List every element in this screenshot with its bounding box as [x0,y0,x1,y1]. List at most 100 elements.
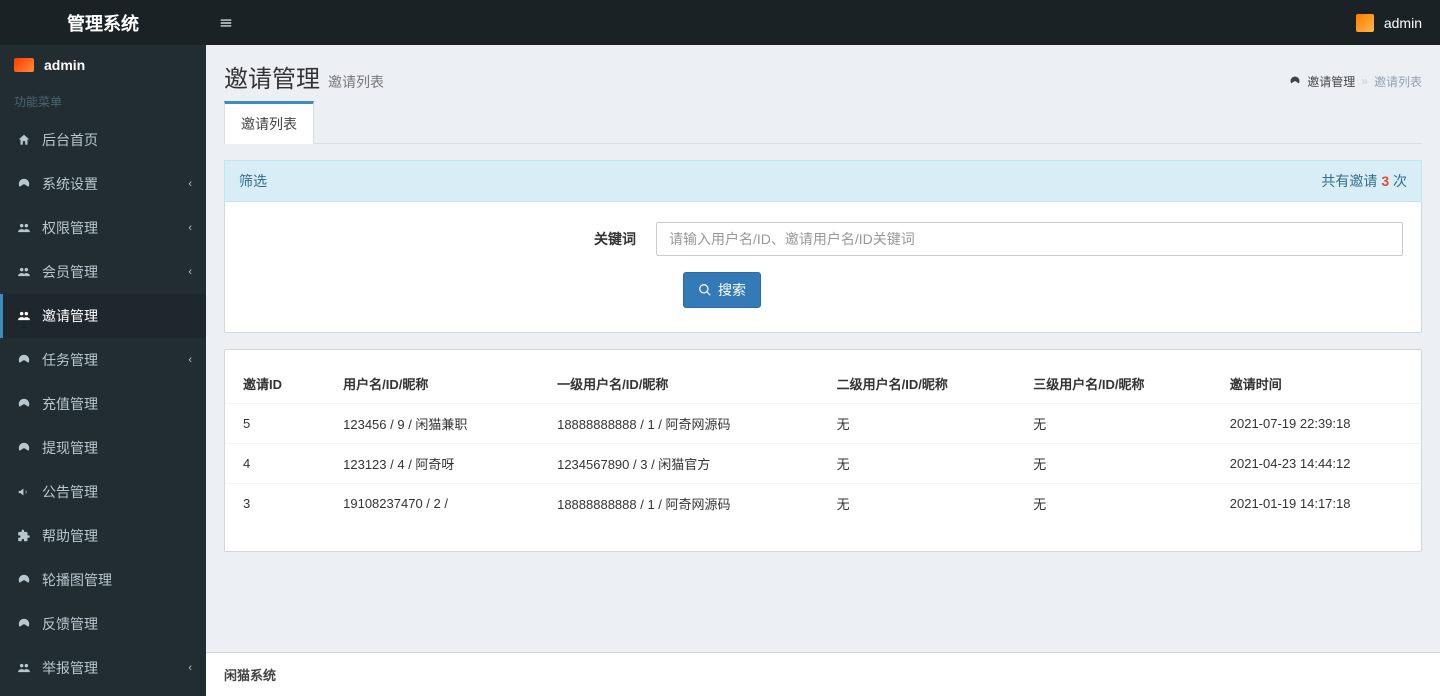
breadcrumb-root[interactable]: 邀请管理 [1307,73,1355,90]
sidebar-item-9[interactable]: 帮助管理 [0,514,206,558]
sidebar-item-label: 轮播图管理 [42,570,112,590]
sidebar-item-label: 公告管理 [42,482,98,502]
cell-l2: 无 [819,404,1016,444]
bars-icon [219,16,233,30]
sidebar-item-2[interactable]: 权限管理 ‹ [0,206,206,250]
filter-head-label: 筛选 [239,171,267,191]
home-icon [14,132,34,148]
dashboard-icon [14,440,34,456]
invite-table: 邀请ID用户名/ID/昵称一级用户名/ID/昵称二级用户名/ID/昵称三级用户名… [225,364,1421,523]
cell-l2: 无 [819,484,1016,524]
cell-l1: 18888888888 / 1 / 阿奇网源码 [539,404,819,444]
search-button-label: 搜索 [718,280,746,300]
search-button[interactable]: 搜索 [683,272,761,308]
sidebar-item-label: 后台首页 [42,130,98,150]
table-header-0: 邀请ID [225,364,325,404]
chevron-left-icon: ‹ [188,178,192,190]
breadcrumb-leaf: 邀请列表 [1374,73,1422,90]
sidebar-user-panel: admin [0,45,206,85]
cell-l1: 1234567890 / 3 / 闲猫官方 [539,444,819,484]
keyword-input[interactable] [656,222,1403,256]
sidebar-item-4[interactable]: 邀请管理 [0,294,206,338]
cell-time: 2021-07-19 22:39:18 [1212,404,1421,444]
dashboard-icon [1289,75,1301,87]
table-body: 5123456 / 9 / 闲猫兼职18888888888 / 1 / 阿奇网源… [225,404,1421,524]
sidebar-item-label: 权限管理 [42,218,98,238]
sidebar-item-label: 提现管理 [42,438,98,458]
cell-l1: 18888888888 / 1 / 阿奇网源码 [539,484,819,524]
dashboard-icon [14,616,34,632]
sidebar-item-12[interactable]: 举报管理 ‹ [0,646,206,690]
page-subtitle: 邀请列表 [328,72,384,92]
users-icon [14,660,34,676]
sidebar-section-label: 功能菜单 [0,85,206,118]
sidebar-item-0[interactable]: 后台首页 [0,118,206,162]
sidebar-item-label: 充值管理 [42,394,98,414]
table-header-3: 二级用户名/ID/昵称 [819,364,1016,404]
chevron-left-icon: ‹ [188,222,192,234]
table-header-row: 邀请ID用户名/ID/昵称一级用户名/ID/昵称二级用户名/ID/昵称三级用户名… [225,364,1421,404]
top-user-name[interactable]: admin [1384,15,1422,31]
breadcrumb-separator: » [1361,74,1368,88]
top-right: admin [1356,14,1440,32]
users-icon [14,220,34,236]
top-header: 管理系统 admin [0,0,1440,45]
page-title: 邀请管理 [224,59,320,94]
cell-l3: 无 [1015,444,1212,484]
users-icon [14,264,34,280]
sidebar-item-label: 会员管理 [42,262,98,282]
sidebar-item-label: 举报管理 [42,658,98,678]
avatar-icon [14,58,34,72]
tabs: 邀请列表 [224,100,1422,144]
dashboard-icon [14,176,34,192]
cell-user: 123123 / 4 / 阿奇呀 [325,444,539,484]
breadcrumb: 邀请管理 » 邀请列表 [1289,73,1422,90]
keyword-row: 关键词 [243,222,1403,256]
sidebar-item-13[interactable]: 聊天管理‹ [0,690,206,696]
avatar-icon [1356,14,1374,32]
cell-id: 3 [225,484,325,524]
hamburger-toggle[interactable] [206,0,246,45]
sidebar-item-label: 系统设置 [42,174,98,194]
sidebar-item-label: 帮助管理 [42,526,98,546]
sidebar-item-1[interactable]: 系统设置 ‹ [0,162,206,206]
bullhorn-icon [14,484,34,500]
sidebar-item-5[interactable]: 任务管理 ‹ [0,338,206,382]
brand-logo[interactable]: 管理系统 [0,0,206,45]
cell-id: 4 [225,444,325,484]
search-icon [698,283,712,297]
invite-count-suffix: 次 [1389,173,1407,189]
sidebar-item-3[interactable]: 会员管理 ‹ [0,250,206,294]
sidebar-item-7[interactable]: 提现管理 [0,426,206,470]
chevron-left-icon: ‹ [188,354,192,366]
content: 邀请管理 邀请列表 邀请管理 » 邀请列表 邀请列表 筛选 共有邀请 3 次 关… [206,45,1440,696]
search-row: 搜索 [243,272,1403,308]
cell-id: 5 [225,404,325,444]
table-header-5: 邀请时间 [1212,364,1421,404]
cell-l2: 无 [819,444,1016,484]
chevron-left-icon: ‹ [188,662,192,674]
table-row: 319108237470 / 2 / 18888888888 / 1 / 阿奇网… [225,484,1421,524]
invite-count-number: 3 [1381,173,1389,189]
sidebar-item-6[interactable]: 充值管理 [0,382,206,426]
sidebar-item-10[interactable]: 轮播图管理 [0,558,206,602]
table-box: 邀请ID用户名/ID/昵称一级用户名/ID/昵称二级用户名/ID/昵称三级用户名… [224,349,1422,552]
table-row: 4123123 / 4 / 阿奇呀1234567890 / 3 / 闲猫官方无无… [225,444,1421,484]
cell-user: 19108237470 / 2 / [325,484,539,524]
sidebar-menu: 后台首页系统设置 ‹ 权限管理 ‹ 会员管理 ‹ 邀请管理任务管理 ‹ 充值管理提现管理公告管理… [0,118,206,696]
filter-box: 筛选 共有邀请 3 次 关键词 搜索 [224,160,1422,333]
chevron-left-icon: ‹ [188,266,192,278]
puzzle-icon [14,528,34,544]
invite-count: 共有邀请 3 次 [1321,171,1407,191]
cell-l3: 无 [1015,404,1212,444]
sidebar-item-label: 任务管理 [42,350,98,370]
sidebar: admin 功能菜单 后台首页系统设置 ‹ 权限管理 ‹ 会员管理 ‹ 邀请管理任务管理 ‹ 充… [0,45,206,696]
footer: 闲猫系统 [206,652,1440,696]
sidebar-item-label: 邀请管理 [42,306,98,326]
tab-invite-list[interactable]: 邀请列表 [224,101,314,144]
table-header-4: 三级用户名/ID/昵称 [1015,364,1212,404]
sidebar-item-8[interactable]: 公告管理 [0,470,206,514]
filter-head: 筛选 共有邀请 3 次 [224,160,1422,202]
sidebar-item-11[interactable]: 反馈管理 [0,602,206,646]
table-header-2: 一级用户名/ID/昵称 [539,364,819,404]
